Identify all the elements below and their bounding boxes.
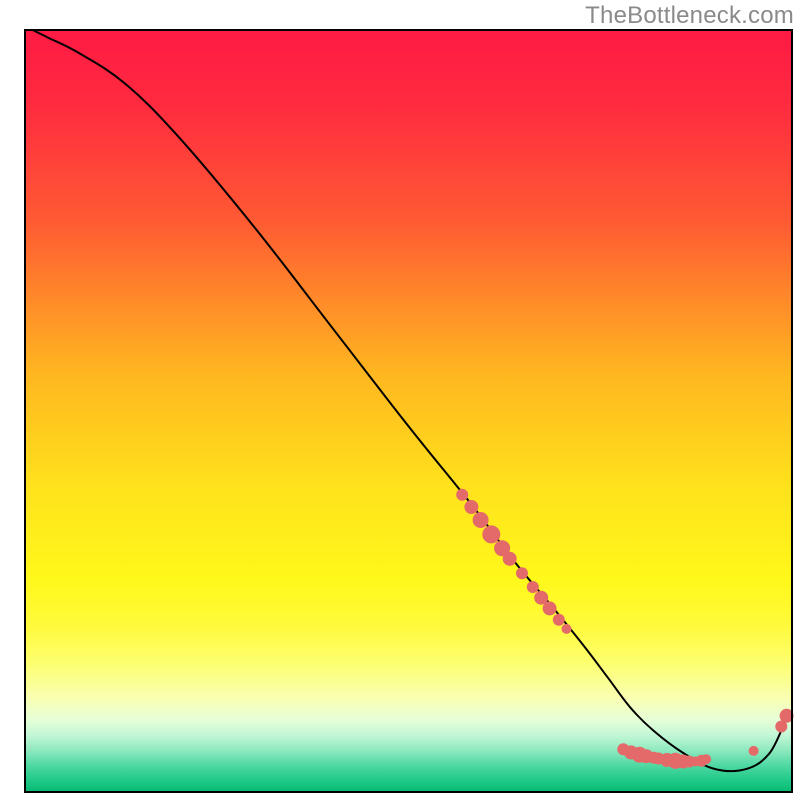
chart-container: TheBottleneck.com [0,0,800,800]
data-marker [749,746,759,756]
data-marker [543,601,557,615]
plot-background [25,30,792,792]
data-marker [482,525,500,543]
data-marker [553,614,565,626]
data-marker [562,624,572,634]
chart-svg [0,0,800,800]
data-marker [456,489,468,501]
data-marker [503,552,517,566]
data-marker [464,500,478,514]
data-marker [701,754,711,764]
data-marker [473,512,489,528]
data-marker [516,567,528,579]
data-marker [527,581,539,593]
